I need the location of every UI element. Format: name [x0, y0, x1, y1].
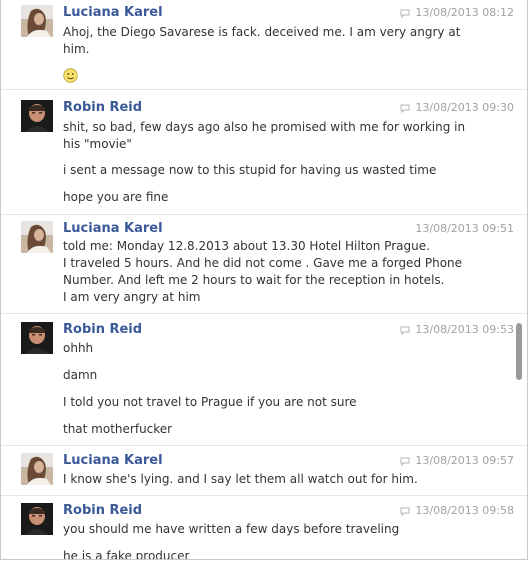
timestamp: 13/08/2013 09:57 [400, 454, 514, 468]
timestamp-text: 13/08/2013 09:58 [415, 504, 514, 517]
message-text: I traveled 5 hours. And he did not come … [63, 256, 463, 270]
timestamp: 13/08/2013 09:53 [400, 323, 514, 337]
message-text: hope you are fine [63, 190, 169, 204]
chat-conversation: Luciana Karel 13/08/2013 08:12 Ahoj, the… [0, 0, 528, 560]
message-text: I know she's lying. and I say let them a… [63, 472, 418, 486]
message-text: him. [63, 42, 90, 56]
divider [1, 313, 527, 314]
timestamp-text: 13/08/2013 09:51 [415, 222, 514, 235]
author-name[interactable]: Robin Reid [63, 100, 142, 116]
author-name[interactable]: Robin Reid [63, 322, 142, 338]
author-name[interactable]: Luciana Karel [63, 5, 163, 21]
message-text: ohhh [63, 341, 94, 355]
timestamp-text: 13/08/2013 09:57 [415, 454, 514, 467]
message-text: I told you not travel to Prague if you a… [63, 395, 357, 409]
message-text: that motherfucker [63, 422, 173, 436]
scrollbar-track[interactable] [515, 0, 523, 559]
message-text: damn [63, 368, 98, 382]
avatar[interactable] [21, 453, 53, 485]
author-name[interactable]: Robin Reid [63, 503, 142, 519]
timestamp: 13/08/2013 09:58 [400, 504, 514, 518]
message-text: shit, so bad, few days ago also he promi… [63, 120, 466, 134]
divider [1, 495, 527, 496]
timestamp-text: 13/08/2013 09:53 [415, 323, 514, 336]
comment-bubble-icon [400, 507, 410, 516]
scrollbar-thumb[interactable] [516, 323, 522, 380]
message-text: told me: Monday 12.8.2013 about 13.30 Ho… [63, 239, 430, 253]
message-text: Number. And left me 2 hours to wait for … [63, 273, 445, 287]
avatar[interactable] [21, 221, 53, 253]
timestamp: 13/08/2013 08:12 [400, 6, 514, 20]
timestamp-text: 13/08/2013 08:12 [415, 6, 514, 19]
timestamp-text: 13/08/2013 09:30 [415, 101, 514, 114]
comment-bubble-icon [400, 9, 410, 18]
timestamp: 13/08/2013 09:51 [415, 222, 514, 236]
message-text: i sent a message now to this stupid for … [63, 163, 437, 177]
message-text: I am very angry at him [63, 290, 201, 304]
avatar[interactable] [21, 5, 53, 37]
timestamp: 13/08/2013 09:30 [400, 101, 514, 115]
author-name[interactable]: Luciana Karel [63, 453, 163, 469]
author-name[interactable]: Luciana Karel [63, 221, 163, 237]
divider [1, 214, 527, 215]
divider [1, 89, 527, 90]
comment-bubble-icon [400, 326, 410, 335]
message-text: his "movie" [63, 137, 132, 151]
avatar[interactable] [21, 322, 53, 354]
smiley-icon [63, 68, 78, 83]
comment-bubble-icon [400, 457, 410, 466]
message-text: he is a fake producer [63, 549, 190, 560]
avatar[interactable] [21, 100, 53, 132]
message-text: you should me have written a few days be… [63, 522, 400, 536]
comment-bubble-icon [400, 104, 410, 113]
avatar[interactable] [21, 503, 53, 535]
message-text: Ahoj, the Diego Savarese is fack. deceiv… [63, 25, 461, 39]
divider [1, 445, 527, 446]
